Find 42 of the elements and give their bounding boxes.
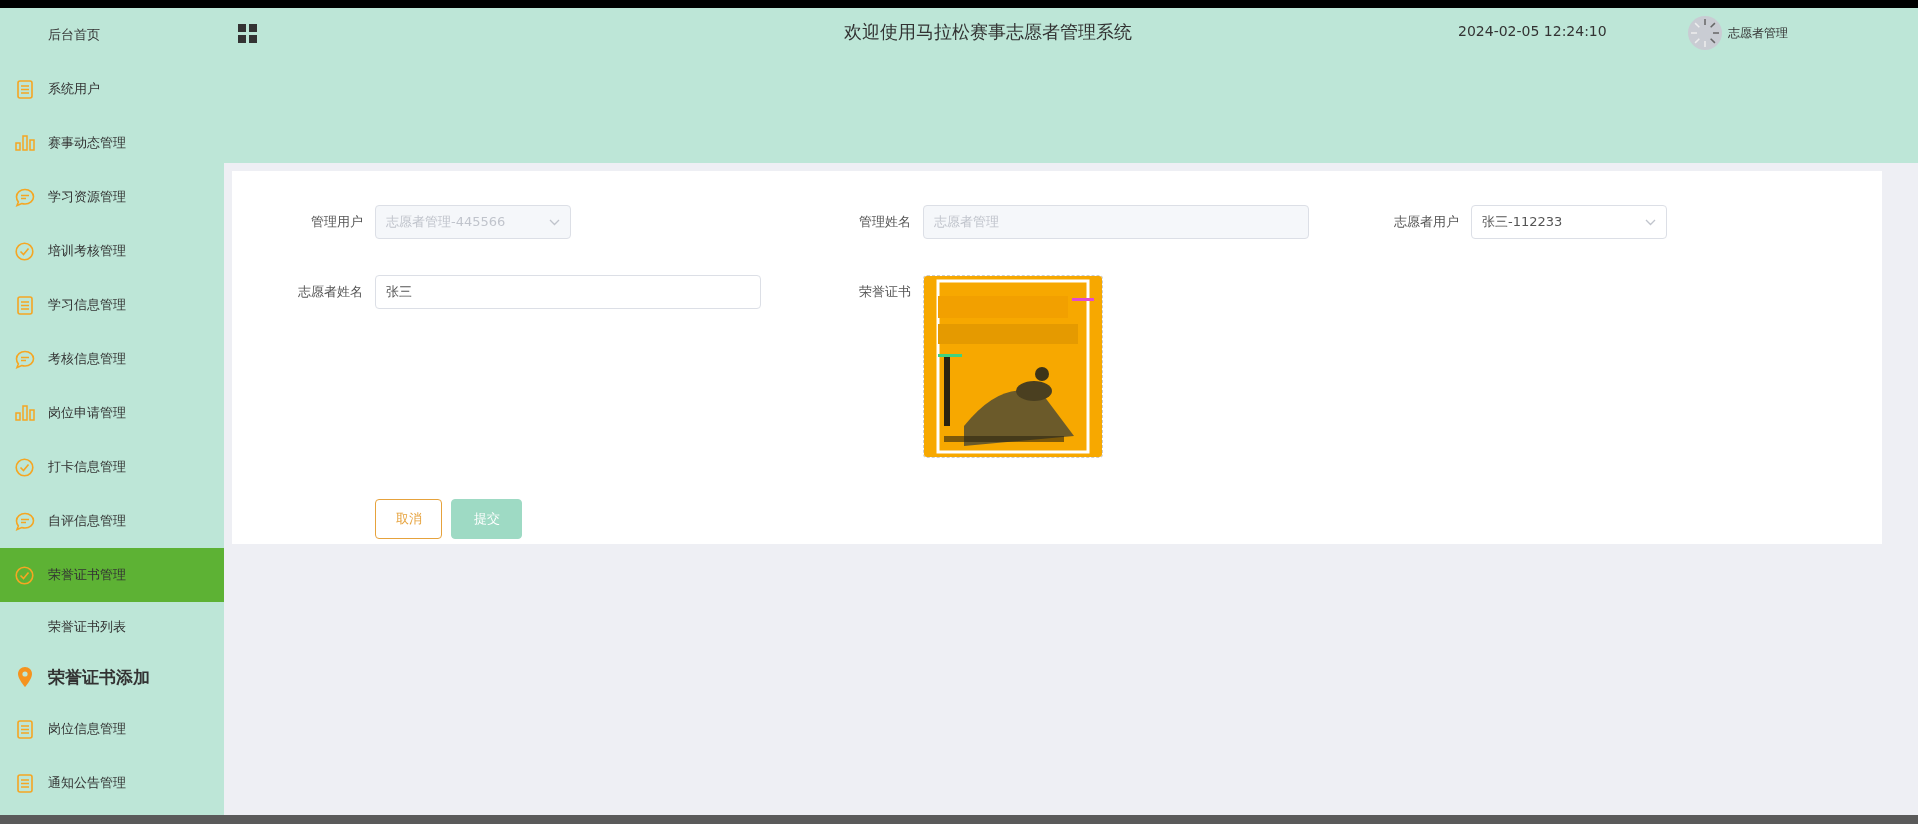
bar-chart-icon <box>14 135 35 151</box>
user-name: 志愿者管理 <box>1728 24 1788 42</box>
check-circle-icon <box>15 241 34 261</box>
chevron-down-icon <box>549 218 560 226</box>
sidebar-item[interactable]: 岗位信息管理 <box>0 702 224 756</box>
chat-icon <box>14 349 35 369</box>
select-field[interactable]: 张三-112233 <box>1471 205 1667 239</box>
chat-icon <box>14 187 35 207</box>
sidebar-item[interactable]: 后台首页 <box>0 8 224 62</box>
document-icon <box>16 79 33 99</box>
sidebar-item[interactable]: 学习信息管理 <box>0 278 224 332</box>
field-label: 志愿者用户 <box>1393 213 1459 231</box>
sidebar-item[interactable]: 荣誉证书添加 <box>0 652 224 702</box>
sidebar-item[interactable]: 系统用户 <box>0 62 224 116</box>
check-circle-icon <box>15 565 34 585</box>
check-circle-icon <box>15 457 34 477</box>
chat-icon <box>14 511 35 531</box>
document-icon <box>16 719 33 739</box>
sidebar-item[interactable]: 培训考核管理 <box>0 224 224 278</box>
grid-menu-icon[interactable] <box>238 24 257 43</box>
field-label: 荣誉证书 <box>858 283 911 301</box>
sidebar-item[interactable]: 岗位申请管理 <box>0 386 224 440</box>
input-field[interactable]: 张三 <box>375 275 761 309</box>
document-icon <box>16 773 33 793</box>
date-time: 2024-02-05 12:24:10 <box>1458 22 1608 39</box>
sidebar-item[interactable]: 自评信息管理 <box>0 494 224 548</box>
sidebar-item[interactable]: 考核信息管理 <box>0 332 224 386</box>
location-pin-icon <box>17 667 32 687</box>
sidebar-item[interactable]: 荣誉证书管理 <box>0 548 224 602</box>
avatar-icon[interactable] <box>1688 16 1722 50</box>
sidebar-item[interactable]: 通知公告管理 <box>0 756 224 810</box>
document-icon <box>16 295 33 315</box>
field-label: 志愿者姓名 <box>297 283 363 301</box>
field-label: 管理姓名 <box>858 213 911 231</box>
bar-chart-icon <box>14 405 35 421</box>
sidebar-item[interactable]: 学习资源管理 <box>0 170 224 224</box>
chevron-down-icon <box>1645 218 1656 226</box>
page-title: 欢迎使用马拉松赛事志愿者管理系统 <box>842 20 1133 44</box>
sidebar-item[interactable]: 荣誉证书列表 <box>0 602 224 652</box>
sidebar-item[interactable]: 打卡信息管理 <box>0 440 224 494</box>
sidebar-item[interactable]: 赛事动态管理 <box>0 116 224 170</box>
field-label: 管理用户 <box>310 213 363 231</box>
